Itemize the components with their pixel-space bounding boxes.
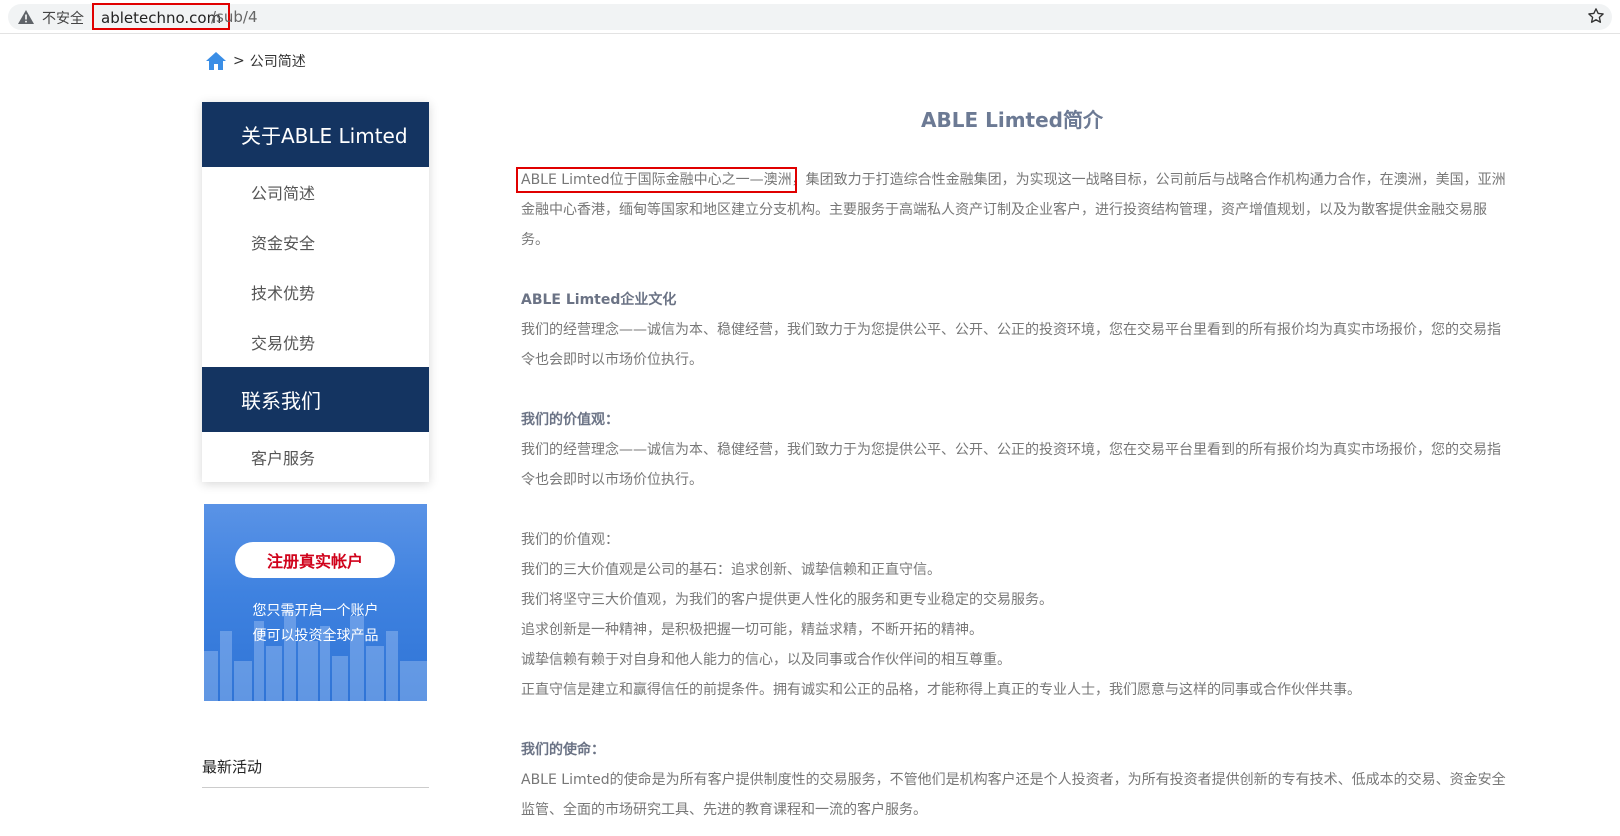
values2-heading: 我们的价值观： (521, 532, 619, 548)
mission-heading: 我们的使命： (521, 742, 605, 758)
sidebar-item-customer-service[interactable]: 客户服务 (202, 432, 429, 482)
sidebar-item-fund-safety[interactable]: 资金安全 (202, 217, 429, 267)
insecure-label[interactable]: 不安全 (42, 8, 84, 28)
sidebar-item-tech-advantage[interactable]: 技术优势 (202, 267, 429, 317)
culture-text: 我们的经营理念——诚信为本、稳健经营，我们致力于为您提供公平、公开、公正的投资环… (521, 322, 1501, 368)
culture-heading: ABLE Limted企业文化 (521, 292, 677, 308)
address-bar: 不安全 abletechno.com /sub/4 (0, 0, 1620, 34)
register-promo-banner[interactable]: 注册真实帐户 您只需开启一个账户 便可以投资全球产品 (204, 504, 427, 701)
home-icon[interactable] (205, 51, 227, 71)
values2-line: 追求创新是一种精神，是积极把握一切可能，精益求精，不断开拓的精神。 (521, 622, 983, 638)
intro-highlight: ABLE Limted位于国际金融中心之一—澳洲 (516, 167, 797, 193)
sidebar-item-trade-advantage[interactable]: 交易优势 (202, 317, 429, 367)
promo-line-1: 您只需开启一个账户 (252, 603, 379, 619)
values2-line: 我们将坚守三大价值观，为我们的客户提供更人性化的服务和更专业稳定的交易服务。 (521, 592, 1053, 608)
breadcrumb-separator: > (233, 53, 245, 69)
bookmark-star-icon[interactable] (1587, 7, 1605, 25)
intro-paragraph: ABLE Limted位于国际金融中心之一—澳洲，集团致力于打造综合性金融集团，… (516, 165, 1506, 255)
values-heading: 我们的价值观： (521, 412, 619, 428)
latest-activities-divider (202, 787, 429, 788)
url-path[interactable]: /sub/4 (211, 8, 258, 26)
warning-icon[interactable] (18, 10, 34, 24)
latest-activities-heading: 最新活动 (202, 758, 263, 776)
article-body: ABLE Limted位于国际金融中心之一—澳洲，集团致力于打造综合性金融集团，… (516, 165, 1506, 825)
sidebar-item-company-intro[interactable]: 公司简述 (202, 167, 429, 217)
breadcrumb: > 公司简述 (205, 50, 306, 72)
sidebar-header-about[interactable]: 关于ABLE Limted (202, 102, 429, 167)
sidebar-menu: 关于ABLE Limted 公司简述 资金安全 技术优势 交易优势 联系我们 客… (202, 102, 429, 482)
values-text: 我们的经营理念——诚信为本、稳健经营，我们致力于为您提供公平、公开、公正的投资环… (521, 442, 1501, 488)
sidebar-header-contact[interactable]: 联系我们 (202, 367, 429, 432)
values2-line: 正直守信是建立和赢得信任的前提条件。拥有诚实和公正的品格，才能称得上真正的专业人… (521, 682, 1361, 698)
mission-text: ABLE Limted的使命是为所有客户提供制度性的交易服务，不管他们是机构客户… (521, 772, 1506, 818)
values2-line: 诚挚信赖有赖于对自身和他人能力的信心，以及同事或合作伙伴间的相互尊重。 (521, 652, 1011, 668)
register-real-account-button[interactable]: 注册真实帐户 (235, 542, 395, 578)
breadcrumb-current[interactable]: 公司简述 (250, 51, 306, 71)
promo-line-2: 便可以投资全球产品 (252, 628, 379, 644)
url-domain[interactable]: abletechno.com (92, 3, 231, 30)
values2-line: 我们的三大价值观是公司的基石：追求创新、诚挚信赖和正直守信。 (521, 562, 941, 578)
page-title: ABLE Limted简介 (921, 108, 1103, 132)
